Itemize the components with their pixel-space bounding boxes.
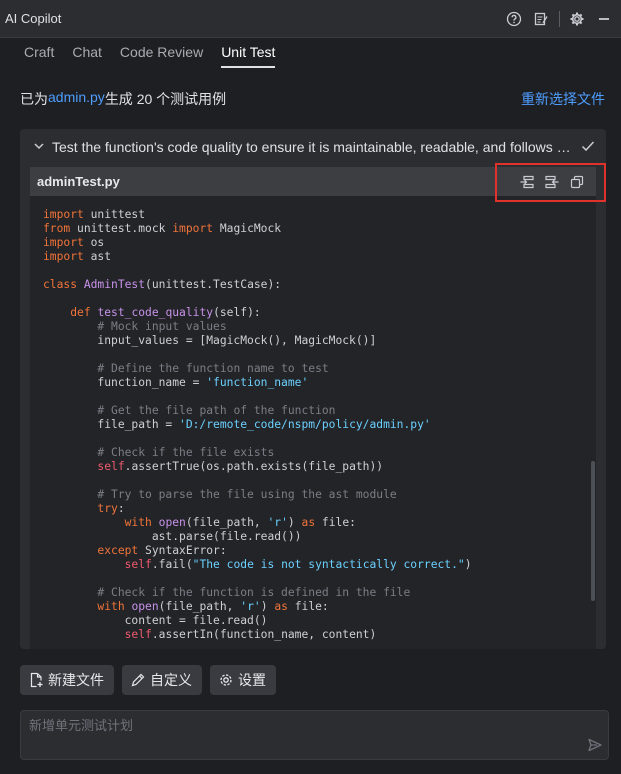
pencil-icon xyxy=(130,672,146,688)
tab-craft[interactable]: Craft xyxy=(24,38,54,68)
code-scrollbar[interactable] xyxy=(591,461,595,601)
tab-code-review[interactable]: Code Review xyxy=(120,38,203,68)
status-line: 已为 admin.py 生成 20 个测试用例 重新选择文件 xyxy=(20,89,605,109)
notes-icon[interactable] xyxy=(530,8,552,30)
titlebar-divider xyxy=(559,10,560,27)
new-file-label: 新建文件 xyxy=(48,672,104,688)
code-block[interactable]: import unittest from unittest.mock impor… xyxy=(30,196,596,649)
test-plan-input[interactable] xyxy=(27,717,571,734)
test-case-panel: Test the function's code quality to ensu… xyxy=(20,129,606,649)
new-file-button[interactable]: 新建文件 xyxy=(20,665,114,695)
tab-chat[interactable]: Chat xyxy=(72,38,102,68)
customize-label: 自定义 xyxy=(150,672,192,688)
help-icon[interactable] xyxy=(503,8,525,30)
reselect-file-link[interactable]: 重新选择文件 xyxy=(521,89,605,109)
highlight-box xyxy=(495,163,606,202)
test-case-title: Test the function's code quality to ensu… xyxy=(52,139,572,155)
test-plan-input-box xyxy=(20,710,609,760)
status-suffix: 生成 20 个测试用例 xyxy=(104,91,227,107)
app-title: AI Copilot xyxy=(5,11,62,26)
customize-button[interactable]: 自定义 xyxy=(122,665,202,695)
minimize-icon[interactable] xyxy=(593,8,615,30)
gear-icon[interactable] xyxy=(566,8,588,30)
test-file-name: adminTest.py xyxy=(37,174,120,189)
settings-gear-icon xyxy=(218,672,234,688)
tab-unit-test[interactable]: Unit Test xyxy=(221,38,276,68)
chevron-down-icon[interactable] xyxy=(33,139,47,155)
status-prefix: 已为 xyxy=(20,91,48,107)
check-icon[interactable] xyxy=(580,138,596,157)
send-icon[interactable] xyxy=(586,736,604,754)
bottom-toolbar: 新建文件 自定义 设置 xyxy=(20,665,284,695)
titlebar-icons xyxy=(498,8,615,30)
settings-button[interactable]: 设置 xyxy=(210,665,276,695)
new-file-icon xyxy=(28,672,44,688)
title-bar: AI Copilot xyxy=(0,0,621,38)
test-case-header[interactable]: Test the function's code quality to ensu… xyxy=(20,129,606,165)
source-file-link[interactable]: admin.py xyxy=(48,89,105,109)
code-content: import unittest from unittest.mock impor… xyxy=(43,208,472,641)
tab-bar: Craft Chat Code Review Unit Test xyxy=(24,38,293,68)
settings-label: 设置 xyxy=(238,672,266,688)
